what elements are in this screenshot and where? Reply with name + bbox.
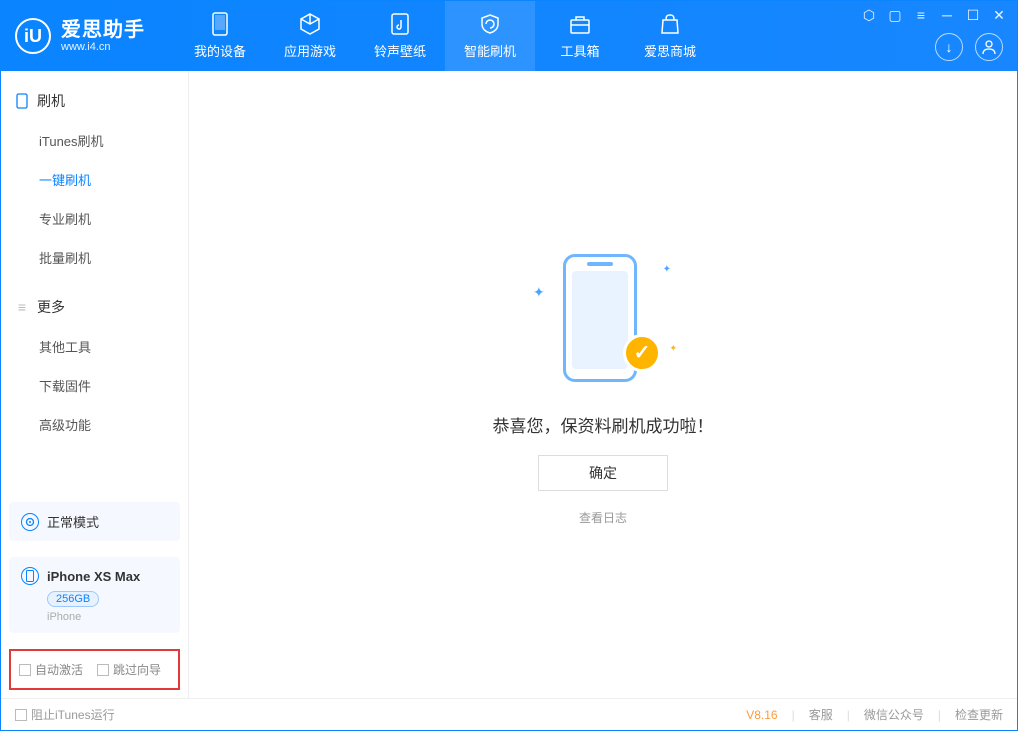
checkbox-label: 跳过向导 [113, 661, 161, 678]
brand-title: 爱思助手 [61, 19, 145, 41]
sparkle-icon: ✦ [663, 264, 671, 275]
sidebar-item-batch-flash[interactable]: 批量刷机 [1, 238, 188, 277]
options-box: 自动激活 跳过向导 [9, 649, 180, 690]
device-name: iPhone XS Max [47, 569, 140, 584]
sidebar-head-more: ≡ 更多 [1, 287, 188, 327]
tab-label: 我的设备 [194, 41, 246, 60]
device-box[interactable]: iPhone XS Max 256GB iPhone [9, 557, 180, 633]
tab-label: 爱思商城 [644, 41, 696, 60]
app-window: iU 爱思助手 www.i4.cn 我的设备 应用游戏 铃声壁纸 智能刷机 [0, 0, 1018, 731]
tab-label: 应用游戏 [284, 41, 336, 60]
lock-icon[interactable]: ▢ [887, 7, 903, 23]
tab-toolbox[interactable]: 工具箱 [535, 1, 625, 71]
sidebar: 刷机 iTunes刷机 一键刷机 专业刷机 批量刷机 ≡ 更多 其他工具 下载固… [1, 71, 189, 698]
list-icon: ≡ [15, 300, 29, 314]
success-illustration: ✦ ✦ ✦ ✓ [523, 244, 683, 394]
footer-link-wechat[interactable]: 微信公众号 [864, 706, 924, 723]
version-label: V8.16 [746, 708, 777, 722]
header-right-actions: ↓ [935, 33, 1003, 61]
phone-icon [208, 12, 232, 36]
bag-icon [658, 12, 682, 36]
checkbox-icon [19, 664, 31, 676]
mode-icon [21, 513, 39, 531]
toolbox-icon [568, 12, 592, 36]
device-type: iPhone [47, 611, 168, 623]
checkbox-icon [15, 709, 27, 721]
menu-icon[interactable]: ≡ [913, 7, 929, 23]
checkbox-label: 阻止iTunes运行 [31, 706, 115, 723]
maximize-button[interactable]: ☐ [965, 7, 981, 23]
checkbox-icon [97, 664, 109, 676]
sidebar-item-oneclick-flash[interactable]: 一键刷机 [1, 160, 188, 199]
sidebar-head-flash: 刷机 [1, 81, 188, 121]
check-badge-icon: ✓ [623, 334, 661, 372]
refresh-shield-icon [478, 12, 502, 36]
checkbox-auto-activate[interactable]: 自动激活 [19, 661, 83, 678]
phone-small-icon [21, 567, 39, 585]
sidebar-item-other-tools[interactable]: 其他工具 [1, 327, 188, 366]
sidebar-item-pro-flash[interactable]: 专业刷机 [1, 199, 188, 238]
sidebar-item-itunes-flash[interactable]: iTunes刷机 [1, 121, 188, 160]
ok-button[interactable]: 确定 [538, 455, 668, 491]
tab-label: 铃声壁纸 [374, 41, 426, 60]
tab-ringtones[interactable]: 铃声壁纸 [355, 1, 445, 71]
logo-icon: iU [15, 18, 51, 54]
brand-url: www.i4.cn [61, 41, 145, 53]
device-storage-badge: 256GB [47, 591, 99, 607]
sparkle-icon: ✦ [533, 284, 545, 301]
checkbox-label: 自动激活 [35, 661, 83, 678]
tab-store[interactable]: 爱思商城 [625, 1, 715, 71]
sidebar-head-label: 刷机 [37, 91, 65, 111]
mode-label: 正常模式 [47, 512, 99, 531]
sidebar-section-flash: 刷机 iTunes刷机 一键刷机 专业刷机 批量刷机 [1, 71, 188, 277]
body: 刷机 iTunes刷机 一键刷机 专业刷机 批量刷机 ≡ 更多 其他工具 下载固… [1, 71, 1017, 698]
music-file-icon [388, 12, 412, 36]
device-icon [15, 94, 29, 108]
brand: iU 爱思助手 www.i4.cn [15, 18, 145, 54]
sidebar-section-more: ≡ 更多 其他工具 下载固件 高级功能 [1, 277, 188, 444]
sidebar-item-advanced[interactable]: 高级功能 [1, 405, 188, 444]
footer: 阻止iTunes运行 V8.16 | 客服 | 微信公众号 | 检查更新 [1, 698, 1017, 730]
tshirt-icon[interactable]: ⬡ [861, 7, 877, 23]
footer-link-update[interactable]: 检查更新 [955, 706, 1003, 723]
main-content: ✦ ✦ ✦ ✓ 恭喜您，保资料刷机成功啦！ 确定 查看日志 [189, 71, 1017, 698]
footer-link-support[interactable]: 客服 [809, 706, 833, 723]
checkbox-block-itunes[interactable]: 阻止iTunes运行 [15, 706, 115, 723]
user-button[interactable] [975, 33, 1003, 61]
cube-icon [298, 12, 322, 36]
sidebar-item-download-firmware[interactable]: 下载固件 [1, 366, 188, 405]
tab-label: 智能刷机 [464, 41, 516, 60]
view-log-link[interactable]: 查看日志 [579, 509, 627, 526]
close-button[interactable]: ✕ [991, 7, 1007, 23]
success-message: 恭喜您，保资料刷机成功啦！ [493, 412, 714, 437]
header: iU 爱思助手 www.i4.cn 我的设备 应用游戏 铃声壁纸 智能刷机 [1, 1, 1017, 71]
main-tabs: 我的设备 应用游戏 铃声壁纸 智能刷机 工具箱 爱思商城 [175, 1, 715, 71]
tab-flash[interactable]: 智能刷机 [445, 1, 535, 71]
sparkle-icon: ✦ [669, 343, 677, 354]
mode-box[interactable]: 正常模式 [9, 502, 180, 541]
download-button[interactable]: ↓ [935, 33, 963, 61]
sidebar-head-label: 更多 [37, 297, 65, 317]
window-controls: ⬡ ▢ ≡ ─ ☐ ✕ [861, 7, 1007, 23]
tab-my-device[interactable]: 我的设备 [175, 1, 265, 71]
tab-label: 工具箱 [560, 41, 599, 60]
checkbox-skip-guide[interactable]: 跳过向导 [97, 661, 161, 678]
minimize-button[interactable]: ─ [939, 7, 955, 23]
tab-apps[interactable]: 应用游戏 [265, 1, 355, 71]
footer-right: V8.16 | 客服 | 微信公众号 | 检查更新 [746, 706, 1003, 723]
